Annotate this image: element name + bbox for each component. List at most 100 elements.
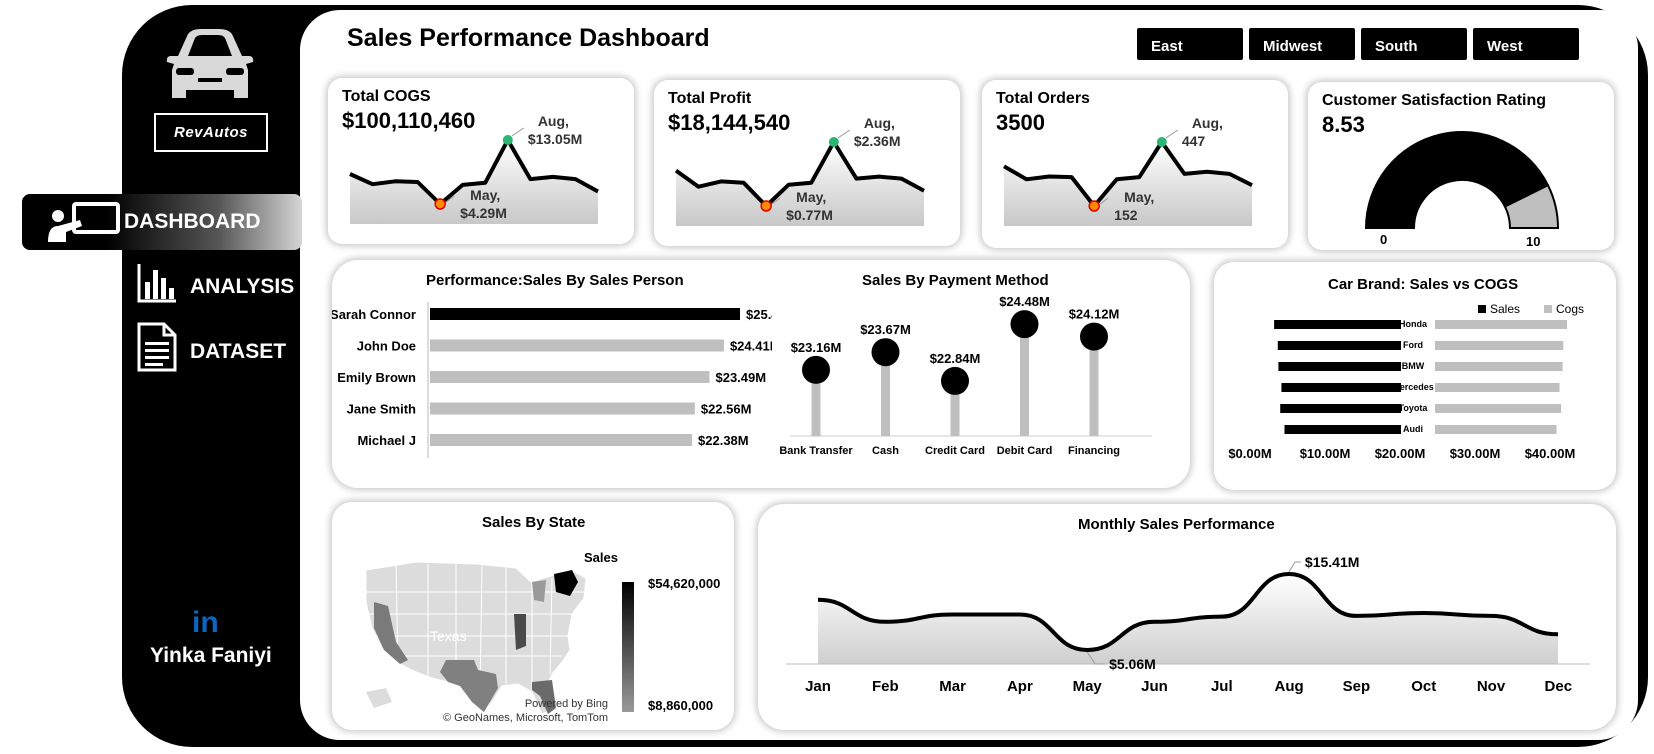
car-brand-cogs-bar (1435, 320, 1568, 329)
map-legend-title: Sales (584, 550, 618, 565)
salesperson-bar (430, 402, 695, 415)
car-brand-label: Ford (1403, 340, 1423, 350)
gauge-max-label: 10 (1526, 234, 1541, 249)
monthly-x-tick: Jan (805, 678, 831, 695)
nav-dataset[interactable]: DATASET (136, 322, 286, 372)
payment-dot (1010, 310, 1039, 339)
car-brand-x-tick: $0.00M (1228, 446, 1271, 461)
presentation-icon (48, 202, 120, 242)
monthly-x-tick: Feb (872, 678, 899, 695)
payment-method-lollipop-chart: $23.16M Bank Transfer $23.67M Cash $22.84M Cr… (779, 294, 1152, 457)
car-brand-sales-bar (1278, 362, 1401, 371)
monthly-x-tick: May (1073, 678, 1103, 695)
payment-value-label: $24.12M (1069, 307, 1120, 322)
author-name: Yinka Faniyi (150, 644, 272, 667)
payment-dot (941, 366, 969, 395)
sparkline-low-value: $4.29M (460, 205, 507, 221)
monthly-sales-area-chart: Jan Feb Mar Apr May Jun Jul Aug Sep Oct Nov Dec $15.… (786, 554, 1590, 695)
salesperson-label: Sarah Connor (332, 307, 416, 322)
legend-cogs-swatch (1544, 305, 1552, 313)
page-title: Sales Performance Dashboard (347, 24, 710, 52)
salesperson-label: Jane Smith (347, 402, 416, 417)
salesperson-bar (430, 434, 693, 446)
salesperson-value-label: $25.43M (746, 307, 772, 322)
nav-dashboard[interactable]: DASHBOARD (22, 194, 302, 250)
car-brand-cogs-bar (1435, 383, 1560, 392)
car-logo-icon (166, 29, 254, 98)
sales-by-state-card: Sales By State Texas Sales $54,620,000 $… (332, 502, 734, 730)
sparkline-high-leader (837, 129, 851, 139)
car-brand-cogs-bar (1435, 425, 1557, 434)
region-button-east[interactable]: East (1137, 28, 1243, 60)
region-button-west[interactable]: West (1473, 28, 1579, 60)
car-brand-label: Toyota (1399, 403, 1429, 413)
nav-analysis[interactable]: ANALYSIS (136, 262, 294, 304)
sparkline-high-value: $13.05M (528, 131, 582, 147)
us-map[interactable] (356, 552, 596, 722)
gauge-min-label: 0 (1380, 232, 1388, 247)
car-brand-cogs-bar (1435, 404, 1562, 413)
salesperson-value-label: $24.41M (730, 339, 772, 354)
sparkline-high-month: Aug, (1192, 115, 1223, 131)
document-icon (137, 322, 177, 372)
payment-dot (1080, 322, 1108, 351)
car-brand-x-tick: $40.00M (1525, 446, 1576, 461)
car-brand-sales-bar (1284, 425, 1401, 434)
car-brand-card: Car Brand: Sales vs COGS Sales Cogs Honda F… (1214, 262, 1616, 490)
payment-value-label: $22.84M (930, 351, 981, 366)
map-highlight-label: Texas (430, 628, 467, 644)
sparkline-high-value: $2.36M (854, 133, 901, 149)
map-title: Sales By State (482, 514, 586, 531)
salesperson-label: Emily Brown (337, 370, 416, 385)
car-brand-label: Honda (1399, 319, 1428, 329)
sales-person-payment-card: Performance:Sales By Sales Person Sales … (332, 260, 1190, 488)
payment-dot (871, 338, 900, 367)
sales-person-bar-chart: Sarah Connor $25.43M John Doe $24.41M Emily … (332, 302, 772, 458)
payment-category-label: Cash (872, 445, 899, 457)
profit-sparkline: May, $0.77M Aug, $2.36M (674, 115, 925, 226)
salesperson-label: John Doe (357, 339, 416, 354)
monthly-x-tick: Aug (1275, 678, 1304, 695)
kpi-card-cogs: Total COGS $100,110,460 May, $4.29M Aug, $1… (328, 78, 634, 244)
nav-dataset-label: DATASET (190, 340, 287, 363)
sparkline-high-leader (1165, 129, 1179, 139)
car-brand-cogs-bar (1435, 362, 1563, 371)
sparkline-high-month: Aug, (538, 113, 569, 129)
sparkline-high-marker (1156, 137, 1167, 147)
map-legend-gradient (622, 582, 634, 712)
satisfaction-gauge (1364, 131, 1560, 229)
monthly-x-tick: Jul (1211, 678, 1233, 695)
payment-category-label: Bank Transfer (779, 445, 853, 457)
salesperson-bar (430, 339, 724, 352)
car-brand-sales-bar (1280, 404, 1401, 413)
monthly-x-tick: Apr (1007, 678, 1033, 695)
salesperson-bar (430, 308, 740, 320)
kpi-card-satisfaction: Customer Satisfaction Rating 8.53 0 10 (1308, 82, 1614, 250)
car-brand-sales-bar (1281, 383, 1401, 392)
salesperson-value-label: $22.56M (701, 402, 752, 417)
nav-analysis-label: ANALYSIS (190, 275, 295, 298)
cogs-sparkline: May, $4.29M Aug, $13.05M (349, 113, 599, 224)
sparkline-low-value: $0.77M (786, 207, 833, 223)
sparkline-low-marker (760, 200, 772, 212)
monthly-x-tick: Jun (1141, 678, 1168, 695)
car-brand-bar-chart: Sales Cogs Honda Ford BMW Mercedes Toyota Audi $… (1228, 302, 1584, 461)
car-brand-x-tick: $10.00M (1300, 446, 1351, 461)
map-legend-max: $54,620,000 (648, 576, 721, 591)
sparkline-low-month: May, (796, 189, 826, 205)
region-button-south[interactable]: South (1361, 28, 1467, 60)
orders-sparkline: May, 152 Aug, 447 (1002, 115, 1253, 226)
sparkline-low-month: May, (470, 187, 500, 203)
legend-sales-swatch (1478, 305, 1486, 313)
salesperson-bar (430, 371, 710, 383)
region-button-midwest[interactable]: Midwest (1249, 28, 1355, 60)
salesperson-value-label: $23.49M (715, 370, 766, 385)
payment-value-label: $24.48M (999, 294, 1050, 309)
payment-stem (1020, 324, 1029, 436)
payment-category-label: Financing (1068, 445, 1120, 457)
map-credit-bing: Powered by Bing (524, 698, 608, 710)
monthly-low-label: $5.06M (1109, 656, 1156, 672)
sparkline-low-value: 152 (1114, 207, 1138, 223)
sparkline-high-leader (511, 127, 525, 137)
linkedin-icon[interactable]: in (192, 606, 219, 640)
